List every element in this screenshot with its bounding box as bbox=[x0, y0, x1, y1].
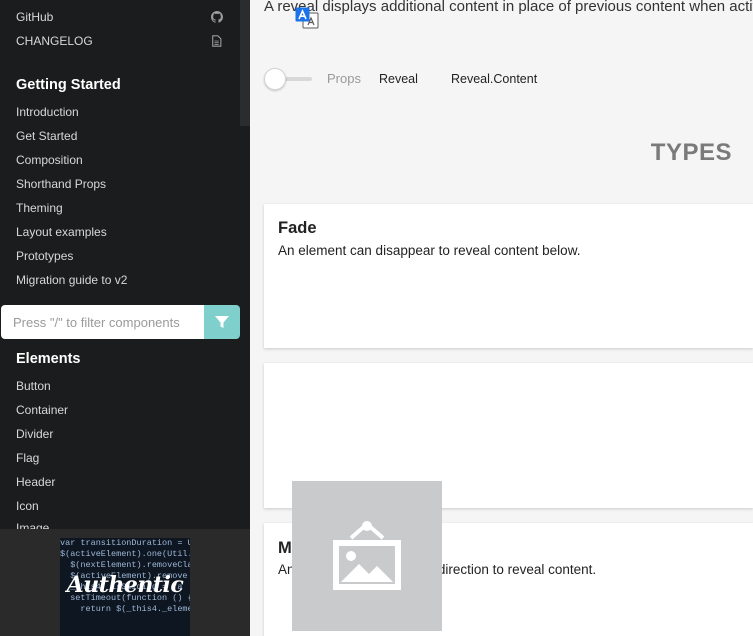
props-toggle[interactable] bbox=[264, 68, 312, 90]
ad-brand-logo: Authentic bbox=[66, 572, 184, 598]
translate-icon[interactable] bbox=[295, 7, 319, 29]
sidebar-item-icon[interactable]: Icon bbox=[16, 499, 39, 513]
component-description: A reveal displays additional content in … bbox=[264, 0, 753, 15]
card-title: Fade bbox=[278, 219, 317, 237]
filter-input[interactable] bbox=[1, 305, 204, 339]
sidebar: GitHub CHANGELOG Getting Started Introdu… bbox=[0, 0, 250, 636]
section-getting-started: Getting Started bbox=[16, 77, 121, 93]
filter-icon bbox=[215, 316, 229, 328]
sidebar-item-container[interactable]: Container bbox=[16, 403, 68, 417]
card-description: An element can disappear to reveal conte… bbox=[278, 243, 581, 258]
sidebar-item-divider[interactable]: Divider bbox=[16, 427, 53, 441]
sidebar-item-theming[interactable]: Theming bbox=[16, 201, 63, 215]
toggle-knob[interactable] bbox=[264, 68, 286, 90]
filter-button[interactable] bbox=[204, 305, 240, 339]
sidebar-item-layout-examples[interactable]: Layout examples bbox=[16, 225, 107, 239]
sidebar-item-prototypes[interactable]: Prototypes bbox=[16, 249, 73, 263]
sidebar-item-migration-guide[interactable]: Migration guide to v2 bbox=[16, 273, 127, 287]
sidebar-item-flag[interactable]: Flag bbox=[16, 451, 39, 465]
sidebar-item-shorthand-props[interactable]: Shorthand Props bbox=[16, 177, 106, 191]
sidebar-link-changelog[interactable]: CHANGELOG bbox=[16, 34, 93, 48]
tab-reveal[interactable]: Reveal bbox=[379, 72, 418, 86]
props-label: Props bbox=[327, 71, 361, 86]
example-card-fade: Fade An element can disappear to reveal … bbox=[264, 204, 753, 348]
image-placeholder[interactable] bbox=[292, 481, 442, 631]
sidebar-item-introduction[interactable]: Introduction bbox=[16, 105, 79, 119]
sidebar-item-get-started[interactable]: Get Started bbox=[16, 129, 77, 143]
sidebar-item-header[interactable]: Header bbox=[16, 475, 55, 489]
file-icon bbox=[212, 35, 222, 47]
sidebar-link-github[interactable]: GitHub bbox=[16, 10, 53, 24]
ad-image[interactable]: var transitionDuration = Util $(activeEl… bbox=[60, 538, 190, 636]
sidebar-scrollbar[interactable] bbox=[240, 0, 250, 126]
image-icon bbox=[333, 521, 401, 590]
section-types-heading: TYPES bbox=[650, 139, 732, 166]
sponsor-ad[interactable]: var transitionDuration = Util $(activeEl… bbox=[0, 529, 250, 636]
sidebar-item-button[interactable]: Button bbox=[16, 379, 51, 393]
sidebar-item-composition[interactable]: Composition bbox=[16, 153, 83, 167]
github-icon bbox=[211, 11, 223, 23]
section-elements: Elements bbox=[16, 351, 81, 367]
component-filter bbox=[1, 305, 240, 339]
tab-reveal-content[interactable]: Reveal.Content bbox=[451, 72, 537, 86]
